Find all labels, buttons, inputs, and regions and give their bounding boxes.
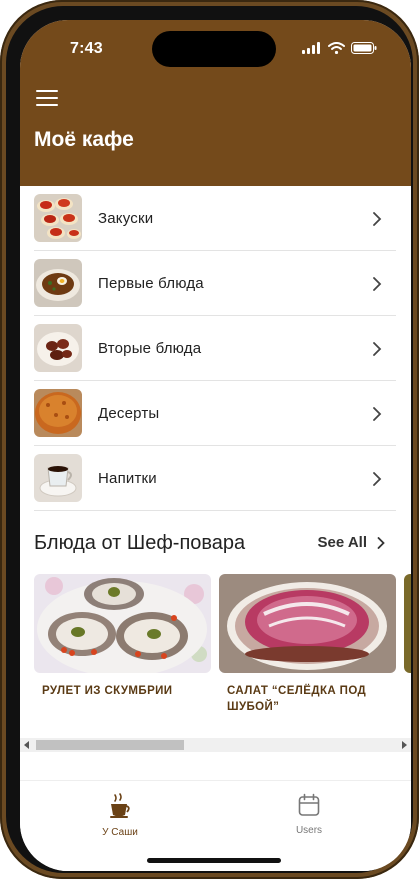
menu-icon[interactable] <box>36 90 58 108</box>
caviar-canapes-photo <box>34 194 82 242</box>
category-label: Первые блюда <box>98 274 204 292</box>
chef-card-mackerel-roll[interactable]: РУЛЕТ ИЗ СКУМБРИИ <box>34 574 211 699</box>
chef-dish-name: РУЛЕТ ИЗ СКУМБРИИ <box>42 685 173 697</box>
tab-home[interactable]: У Саши <box>60 793 180 838</box>
scroll-right-arrow[interactable] <box>402 741 407 749</box>
phone-bezel: 7:43 Моё кафе Закуски Первые блюда Вторы… <box>6 6 413 873</box>
home-indicator[interactable] <box>147 858 281 863</box>
category-row-mains[interactable]: Вторые блюда <box>34 316 396 381</box>
scrollbar-thumb[interactable] <box>36 740 184 750</box>
app-header: 7:43 Моё кафе <box>20 20 411 186</box>
main-dish-photo <box>34 324 82 372</box>
battery-icon <box>351 42 377 54</box>
chevron-right-icon <box>373 212 382 226</box>
chef-section-title: Блюда от Шеф-повара <box>34 532 246 554</box>
chevron-right-icon <box>373 342 382 356</box>
phone-frame: 7:43 Моё кафе Закуски Первые блюда Вторы… <box>0 0 419 879</box>
category-label: Закуски <box>98 209 154 227</box>
wifi-icon <box>328 42 345 54</box>
chevron-right-icon <box>373 472 382 486</box>
see-all-label: See All <box>317 534 367 551</box>
coffee-cup-icon <box>110 793 130 818</box>
tab-users[interactable]: Users <box>249 793 369 836</box>
status-time: 7:43 <box>70 40 103 57</box>
tea-cup-photo <box>34 454 82 502</box>
category-row-desserts[interactable]: Десерты <box>34 381 396 446</box>
chef-dish-name: САЛАТ “СЕЛЁДКА ПОД ШУБОЙ” <box>227 685 367 713</box>
category-row-appetizers[interactable]: Закуски <box>34 186 396 251</box>
chevron-right-icon <box>373 277 382 291</box>
category-label: Напитки <box>98 469 157 487</box>
dish-photo-partial <box>404 574 411 673</box>
chevron-right-icon <box>377 536 385 549</box>
page-title: Моё кафе <box>34 128 134 151</box>
chevron-right-icon <box>373 407 382 421</box>
chef-dishes-carousel[interactable]: РУЛЕТ ИЗ СКУМБРИИ САЛАТ “СЕЛЁДКА ПОД ШУБ… <box>34 574 411 730</box>
mackerel-roll-photo <box>34 574 211 673</box>
signal-icon <box>302 42 320 54</box>
herring-salad-photo <box>219 574 396 673</box>
calendar-icon <box>298 793 320 816</box>
category-list: Закуски Первые блюда Вторые блюда Десерт… <box>34 186 396 511</box>
see-all-button[interactable]: See All <box>318 534 385 551</box>
category-label: Десерты <box>98 404 160 422</box>
category-label: Вторые блюда <box>98 339 202 357</box>
dynamic-island <box>152 31 276 67</box>
soup-photo <box>34 259 82 307</box>
category-row-drinks[interactable]: Напитки <box>34 446 396 511</box>
status-icons <box>302 42 377 54</box>
cake-photo <box>34 389 82 437</box>
chef-card-herring-salad[interactable]: САЛАТ “СЕЛЁДКА ПОД ШУБОЙ” <box>219 574 396 715</box>
screen: 7:43 Моё кафе Закуски Первые блюда Вторы… <box>20 20 411 871</box>
horizontal-scrollbar[interactable] <box>20 738 411 752</box>
category-row-soups[interactable]: Первые блюда <box>34 251 396 316</box>
tab-label: У Саши <box>102 827 138 838</box>
tab-label: Users <box>295 825 323 836</box>
chef-card-partial[interactable] <box>404 574 411 673</box>
scroll-left-arrow[interactable] <box>24 741 29 749</box>
